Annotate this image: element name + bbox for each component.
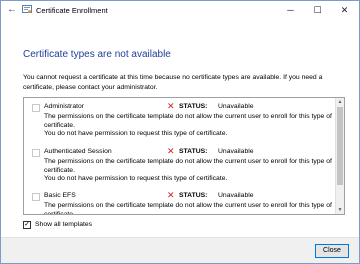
template-name: Authenticated Session	[44, 148, 112, 155]
status-label: STATUS:	[179, 103, 208, 110]
dialog-footer: Close	[1, 237, 359, 263]
scrollbar-thumb[interactable]	[337, 107, 343, 185]
description-line: You do not have permission to request th…	[44, 130, 228, 138]
description-line: The permissions on the certificate templ…	[44, 202, 332, 215]
certificate-icon	[22, 5, 32, 13]
template-description: The permissions on the certificate templ…	[44, 113, 336, 139]
title-bar: ← Certificate Enrollment ─ ☐ ✕	[1, 1, 359, 19]
template-checkbox	[32, 193, 40, 201]
maximize-button[interactable]: ☐	[304, 1, 331, 19]
certificate-template-list[interactable]: Administrator ✕ STATUS: Unavailable The …	[23, 97, 345, 215]
scroll-down-arrow-icon[interactable]: ▼	[336, 206, 344, 214]
description-line: You do not have permission to request th…	[44, 175, 228, 183]
intro-text: You cannot request a certificate at this…	[23, 74, 323, 91]
back-arrow-icon[interactable]: ←	[7, 5, 17, 15]
vertical-scrollbar[interactable]: ▲ ▼	[335, 98, 344, 214]
status-error-icon: ✕	[167, 190, 175, 200]
status-error-icon: ✕	[167, 101, 175, 111]
scroll-up-arrow-icon[interactable]: ▲	[336, 98, 344, 106]
window-title: Certificate Enrollment	[36, 6, 108, 15]
show-all-templates-label[interactable]: Show all templates	[35, 221, 92, 228]
description-line: The permissions on the certificate templ…	[44, 113, 332, 129]
description-line: The permissions on the certificate templ…	[44, 158, 332, 174]
status-label: STATUS:	[179, 192, 208, 199]
status-label: STATUS:	[179, 148, 208, 155]
template-description: The permissions on the certificate templ…	[44, 202, 336, 215]
show-all-templates-checkbox[interactable]: ✓	[23, 221, 31, 229]
status-value: Unavailable	[218, 148, 254, 155]
template-checkbox	[32, 149, 40, 157]
template-description: The permissions on the certificate templ…	[44, 158, 336, 184]
close-window-button[interactable]: ✕	[331, 1, 358, 19]
template-name: Basic EFS	[44, 192, 76, 199]
status-value: Unavailable	[218, 192, 254, 199]
page-heading: Certificate types are not available	[23, 49, 171, 60]
certificate-enrollment-window: ← Certificate Enrollment ─ ☐ ✕ Certifica…	[0, 0, 360, 264]
close-button[interactable]: Close	[315, 244, 349, 258]
template-name: Administrator	[44, 103, 85, 110]
status-value: Unavailable	[218, 103, 254, 110]
minimize-button[interactable]: ─	[277, 1, 304, 19]
template-checkbox	[32, 104, 40, 112]
status-error-icon: ✕	[167, 146, 175, 156]
